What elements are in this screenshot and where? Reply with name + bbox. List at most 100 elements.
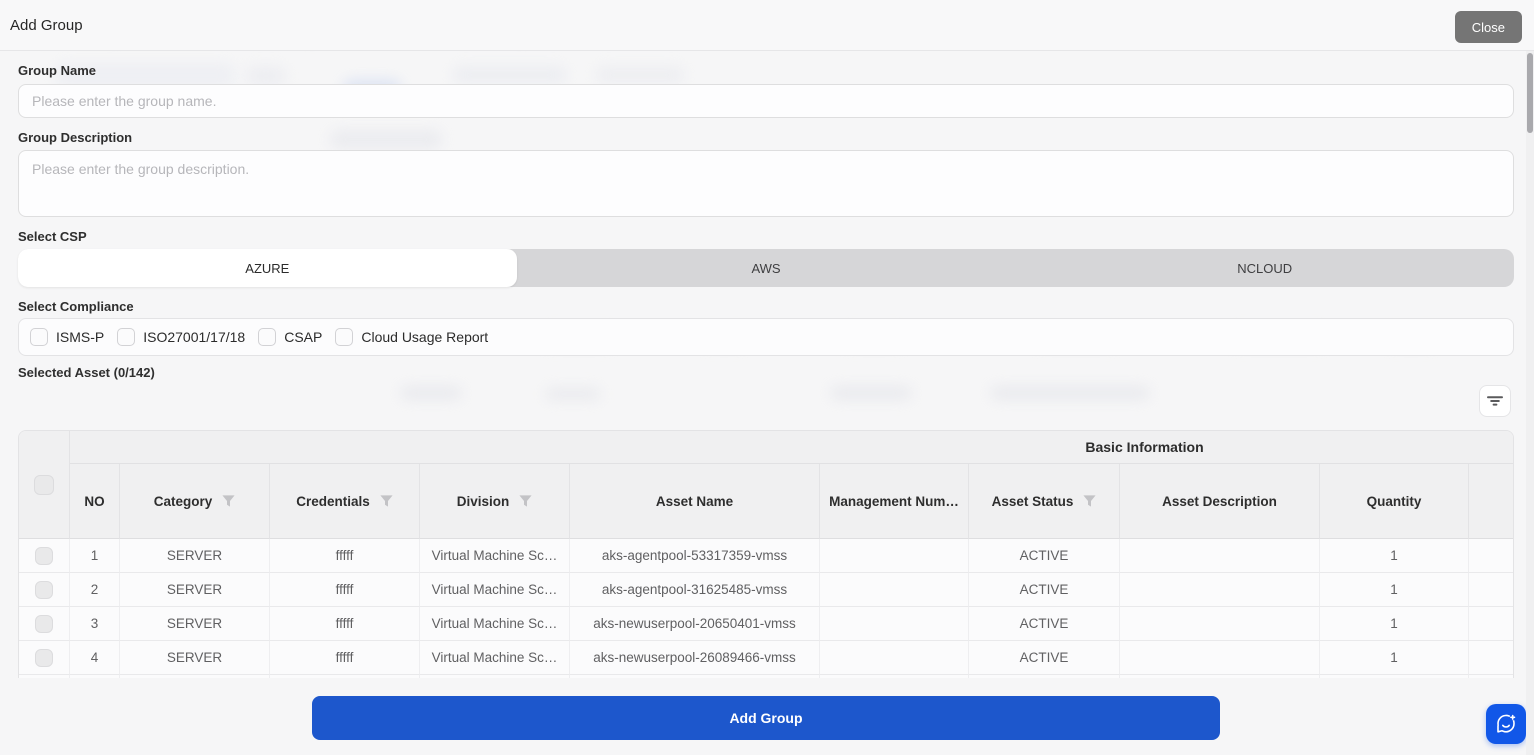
cell-empty [1120, 675, 1320, 678]
column-header-quantity[interactable]: Quantity [1320, 464, 1469, 539]
scrollbar-thumb[interactable] [1527, 53, 1533, 133]
cell-asset-status: ACTIVE [969, 641, 1120, 675]
checkbox-icon[interactable] [258, 328, 276, 346]
column-header-no[interactable]: NO [70, 464, 120, 539]
row-checkbox[interactable] [35, 615, 53, 633]
cell-management-number [820, 607, 969, 641]
column-header-division[interactable]: Division [420, 464, 570, 539]
modal-title: Add Group [10, 0, 83, 51]
column-header-asset-status[interactable]: Asset Status [969, 464, 1120, 539]
cell-quantity: 1 [1320, 573, 1469, 607]
close-button[interactable]: Close [1455, 11, 1522, 43]
group-description-label: Group Description [18, 130, 132, 145]
column-label: Asset Description [1162, 494, 1277, 509]
cell-credentials: fffff [270, 573, 420, 607]
cell-asset-name: aks-agentpool-31625485-vmss [570, 573, 820, 607]
cell-management-number [820, 539, 969, 573]
column-header-category[interactable]: Category [120, 464, 270, 539]
checkbox-icon[interactable] [335, 328, 353, 346]
checkbox-icon[interactable] [30, 328, 48, 346]
modal-titlebar: Add Group Close [0, 0, 1534, 51]
row-checkbox-cell [19, 607, 70, 641]
csp-label: Select CSP [18, 229, 87, 244]
compliance-option-isms-p[interactable]: ISMS-P [30, 328, 104, 346]
compliance-option-label: ISMS-P [56, 329, 104, 345]
row-checkbox[interactable] [35, 649, 53, 667]
column-header-asset-name[interactable]: Asset Name [570, 464, 820, 539]
cell-empty [969, 675, 1120, 678]
compliance-option-csap[interactable]: CSAP [258, 328, 322, 346]
cell-empty [1469, 641, 1513, 675]
select-all-checkbox[interactable] [34, 475, 54, 495]
ghost-blur [990, 386, 1150, 400]
compliance-option-label: Cloud Usage Report [361, 329, 488, 345]
column-header-credentials[interactable]: Credentials [270, 464, 420, 539]
cell-asset-description [1120, 573, 1320, 607]
cell-empty [820, 675, 969, 678]
ghost-blur [330, 130, 442, 149]
cell-category: SERVER [120, 539, 270, 573]
checkbox-icon[interactable] [117, 328, 135, 346]
column-header-asset-description[interactable]: Asset Description [1120, 464, 1320, 539]
group-name-input[interactable] [18, 84, 1514, 118]
cell-quantity: 1 [1320, 607, 1469, 641]
cell-empty [420, 675, 570, 678]
row-checkbox-cell [19, 675, 70, 678]
ghost-blur [452, 66, 567, 84]
ghost-blur [246, 66, 286, 86]
column-label: Division [457, 494, 510, 509]
row-checkbox[interactable] [35, 547, 53, 565]
compliance-option-label: ISO27001/17/18 [143, 329, 245, 345]
ai-chat-button[interactable] [1486, 704, 1526, 744]
ghost-blur [830, 386, 912, 400]
cell-asset-name: aks-newuserpool-20650401-vmss [570, 607, 820, 641]
cell-management-number [820, 641, 969, 675]
cell-asset-description [1120, 607, 1320, 641]
cell-asset-status: ACTIVE [969, 539, 1120, 573]
compliance-option-iso27001[interactable]: ISO27001/17/18 [117, 328, 245, 346]
cell-no: 3 [70, 607, 120, 641]
cell-division: Virtual Machine Sc… [420, 539, 570, 573]
csp-segment-azure[interactable]: AZURE [18, 249, 517, 287]
cell-empty [1469, 675, 1513, 678]
cell-quantity: 1 [1320, 539, 1469, 573]
selected-asset-count: Selected Asset (0/142) [18, 365, 155, 380]
column-label: Quantity [1367, 494, 1422, 509]
cell-category: SERVER [120, 573, 270, 607]
group-header-basic-information: Basic Information [820, 431, 1469, 464]
group-header-spacer [70, 431, 820, 464]
add-group-button[interactable]: Add Group [312, 696, 1220, 740]
funnel-icon[interactable] [222, 495, 235, 507]
funnel-icon[interactable] [1083, 495, 1096, 507]
scrollbar-track[interactable] [1526, 51, 1534, 755]
cell-asset-status: ACTIVE [969, 573, 1120, 607]
funnel-icon[interactable] [519, 495, 532, 507]
table-filter-button[interactable] [1479, 385, 1511, 417]
select-all-cell [19, 431, 70, 539]
column-label: Management Num… [829, 494, 959, 509]
row-checkbox[interactable] [35, 581, 53, 599]
cell-no: 4 [70, 641, 120, 675]
column-label: Credentials [296, 494, 370, 509]
row-checkbox-cell [19, 539, 70, 573]
funnel-icon[interactable] [380, 495, 393, 507]
asset-table: Basic Information NO Category Credential… [18, 430, 1514, 678]
cell-asset-description [1120, 539, 1320, 573]
group-header-spacer [1469, 431, 1513, 464]
cell-empty [1469, 607, 1513, 641]
cell-credentials: fffff [270, 539, 420, 573]
cell-asset-name: aks-agentpool-53317359-vmss [570, 539, 820, 573]
group-description-textarea[interactable] [18, 150, 1514, 217]
cell-empty [120, 675, 270, 678]
chat-smile-plus-icon [1494, 712, 1518, 736]
column-label: NO [84, 494, 104, 509]
csp-segment-aws[interactable]: AWS [517, 249, 1016, 287]
ghost-blur [400, 386, 462, 400]
column-header-empty [1469, 464, 1513, 539]
compliance-option-cloud-usage-report[interactable]: Cloud Usage Report [335, 328, 488, 346]
csp-segment-ncloud[interactable]: NCLOUD [1015, 249, 1514, 287]
cell-asset-description [1120, 641, 1320, 675]
ghost-blur [545, 388, 601, 400]
cell-category: SERVER [120, 607, 270, 641]
column-header-management-number[interactable]: Management Num… [820, 464, 969, 539]
